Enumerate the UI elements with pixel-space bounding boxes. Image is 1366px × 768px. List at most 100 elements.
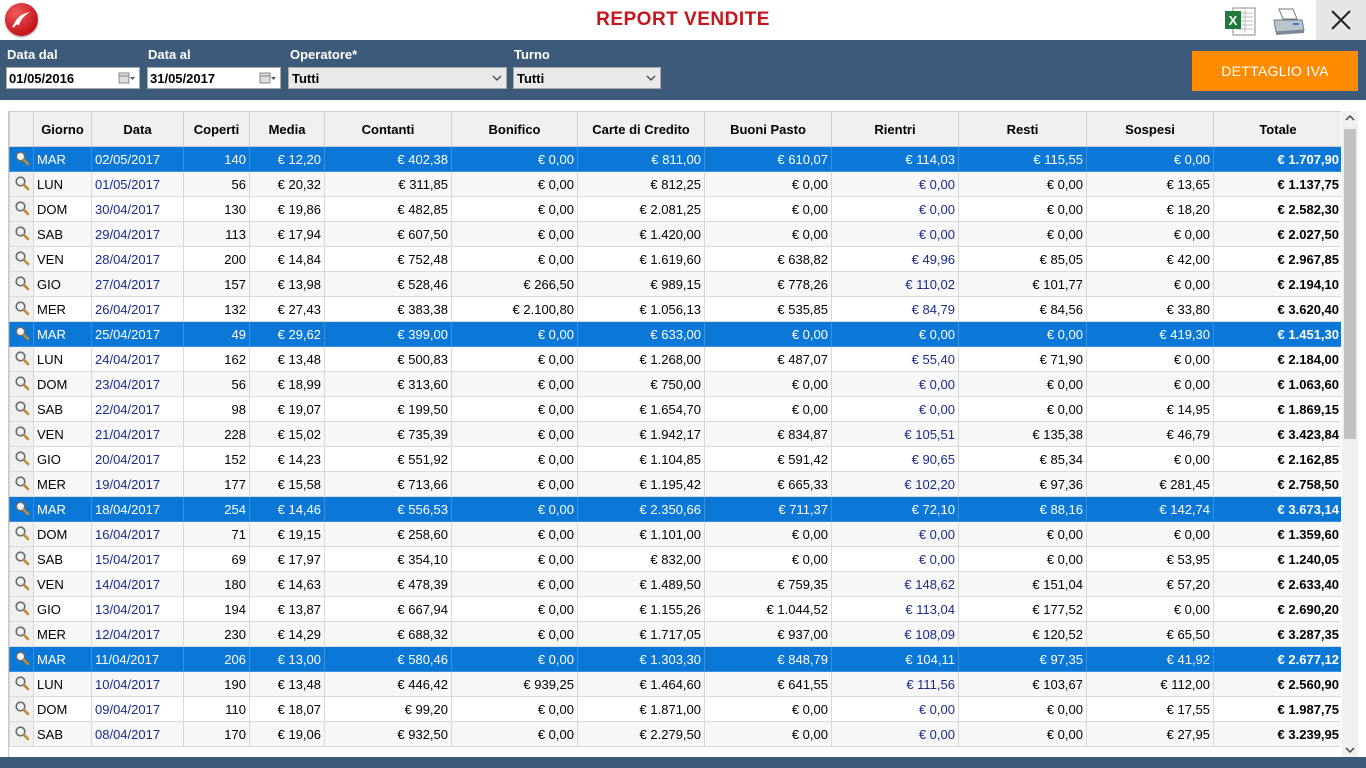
- column-header[interactable]: Giorno: [33, 111, 92, 147]
- column-header[interactable]: Carte di Credito: [577, 111, 705, 147]
- magnifier-icon[interactable]: [9, 171, 34, 197]
- excel-export-button[interactable]: X: [1223, 5, 1257, 37]
- operator-select[interactable]: Tutti: [288, 67, 507, 89]
- table-cell: € 0,00: [958, 696, 1087, 722]
- scrollbar-thumb[interactable]: [1344, 129, 1356, 439]
- table-row[interactable]: MAR 02/05/2017 140 € 12,20 € 402,38 € 0,00 € 8…: [9, 146, 1341, 172]
- magnifier-icon[interactable]: [9, 446, 34, 472]
- vertical-scrollbar[interactable]: [1342, 111, 1358, 757]
- magnifier-icon[interactable]: [9, 196, 34, 222]
- shift-value: Tutti: [517, 71, 545, 86]
- table-cell: € 14,63: [249, 571, 325, 597]
- table-row[interactable]: SAB 08/04/2017 170 € 19,06 € 932,50 € 0,00 € 2…: [9, 721, 1341, 747]
- magnifier-icon[interactable]: [9, 321, 34, 347]
- table-cell: € 177,52: [958, 596, 1087, 622]
- table-row[interactable]: GIO 13/04/2017 194 € 13,87 € 667,94 € 0,00 € 1…: [9, 596, 1341, 622]
- column-header[interactable]: Buoni Pasto: [704, 111, 832, 147]
- table-row[interactable]: SAB 15/04/2017 69 € 17,97 € 354,10 € 0,00 € 83…: [9, 546, 1341, 572]
- table-row[interactable]: LUN 10/04/2017 190 € 13,48 € 446,42 € 939,25 €…: [9, 671, 1341, 697]
- table-cell: € 0,00: [958, 546, 1087, 572]
- magnifier-icon[interactable]: [9, 596, 34, 622]
- table-row[interactable]: MER 12/04/2017 230 € 14,29 € 688,32 € 0,00 € 1…: [9, 621, 1341, 647]
- table-cell: € 12,20: [249, 146, 325, 172]
- column-header[interactable]: Data: [91, 111, 184, 147]
- excel-export-icon: X: [1225, 7, 1256, 36]
- table-row[interactable]: VEN 14/04/2017 180 € 14,63 € 478,39 € 0,00 € 1…: [9, 571, 1341, 597]
- table-cell: 16/04/2017: [91, 521, 184, 547]
- table-row[interactable]: MAR 11/04/2017 206 € 13,00 € 580,46 € 0,00 € 1…: [9, 646, 1341, 672]
- close-button[interactable]: [1316, 0, 1366, 40]
- table-row[interactable]: SAB 22/04/2017 98 € 19,07 € 199,50 € 0,00 € 1.…: [9, 396, 1341, 422]
- date-from-input[interactable]: 01/05/2016: [6, 67, 140, 89]
- table-row[interactable]: GIO 20/04/2017 152 € 14,23 € 551,92 € 0,00 € 1…: [9, 446, 1341, 472]
- table-row[interactable]: VEN 21/04/2017 228 € 15,02 € 735,39 € 0,00 € 1…: [9, 421, 1341, 447]
- table-cell: € 0,00: [958, 371, 1087, 397]
- magnifier-icon[interactable]: [9, 146, 34, 172]
- table-cell: 56: [183, 171, 250, 197]
- date-to-input[interactable]: 31/05/2017: [147, 67, 281, 89]
- magnifier-icon[interactable]: [9, 296, 34, 322]
- magnifier-icon[interactable]: [9, 246, 34, 272]
- magnifier-icon[interactable]: [9, 371, 34, 397]
- magnifier-icon[interactable]: [9, 571, 34, 597]
- print-button[interactable]: [1271, 5, 1307, 37]
- scroll-down-icon[interactable]: [1345, 745, 1355, 755]
- magnifier-icon[interactable]: [9, 396, 34, 422]
- column-header[interactable]: Contanti: [324, 111, 452, 147]
- column-header[interactable]: Sospesi: [1086, 111, 1214, 147]
- table-cell: € 110,02: [831, 271, 959, 297]
- magnifier-icon[interactable]: [9, 271, 34, 297]
- magnifier-icon[interactable]: [9, 346, 34, 372]
- table-cell: € 46,79: [1086, 421, 1214, 447]
- magnifier-icon[interactable]: [9, 496, 34, 522]
- table-row[interactable]: GIO 27/04/2017 157 € 13,98 € 528,46 € 266,50 €…: [9, 271, 1341, 297]
- table-cell: € 811,00: [577, 146, 705, 172]
- table-cell: € 120,52: [958, 621, 1087, 647]
- magnifier-icon[interactable]: [9, 671, 34, 697]
- calendar-dropdown-icon[interactable]: [118, 71, 136, 85]
- table-cell: € 0,00: [451, 246, 578, 272]
- table-cell: € 0,00: [831, 321, 959, 347]
- magnifier-icon[interactable]: [9, 646, 34, 672]
- magnifier-icon[interactable]: [9, 696, 34, 722]
- scroll-up-icon[interactable]: [1345, 113, 1355, 123]
- table-row[interactable]: SAB 29/04/2017 113 € 17,94 € 607,50 € 0,00 € 1…: [9, 221, 1341, 247]
- table-row[interactable]: MER 19/04/2017 177 € 15,58 € 713,66 € 0,00 € 1…: [9, 471, 1341, 497]
- shift-select[interactable]: Tutti: [513, 67, 661, 89]
- column-header[interactable]: Bonifico: [451, 111, 578, 147]
- table-cell: 10/04/2017: [91, 671, 184, 697]
- table-row[interactable]: LUN 24/04/2017 162 € 13,48 € 500,83 € 0,00 € 1…: [9, 346, 1341, 372]
- table-cell: € 0,00: [704, 546, 832, 572]
- iva-detail-button[interactable]: DETTAGLIO IVA: [1192, 51, 1358, 91]
- header-icon-column[interactable]: [9, 111, 34, 147]
- table-row[interactable]: DOM 23/04/2017 56 € 18,99 € 313,60 € 0,00 € 75…: [9, 371, 1341, 397]
- table-cell: € 0,00: [1086, 596, 1214, 622]
- table-row[interactable]: DOM 16/04/2017 71 € 19,15 € 258,60 € 0,00 € 1.…: [9, 521, 1341, 547]
- table-row[interactable]: MAR 25/04/2017 49 € 29,62 € 399,00 € 0,00 € 63…: [9, 321, 1341, 347]
- table-row[interactable]: VEN 28/04/2017 200 € 14,84 € 752,48 € 0,00 € 1…: [9, 246, 1341, 272]
- table-row[interactable]: DOM 09/04/2017 110 € 18,07 € 99,20 € 0,00 € 1.…: [9, 696, 1341, 722]
- table-cell: 206: [183, 646, 250, 672]
- table-cell: € 0,00: [704, 321, 832, 347]
- table-row[interactable]: DOM 30/04/2017 130 € 19,86 € 482,85 € 0,00 € 2…: [9, 196, 1341, 222]
- table-cell: € 13,48: [249, 671, 325, 697]
- magnifier-icon[interactable]: [9, 471, 34, 497]
- magnifier-icon[interactable]: [9, 721, 34, 747]
- table-row[interactable]: MAR 18/04/2017 254 € 14,46 € 556,53 € 0,00 € 2…: [9, 496, 1341, 522]
- magnifier-icon[interactable]: [9, 621, 34, 647]
- calendar-dropdown-icon[interactable]: [259, 71, 277, 85]
- column-header[interactable]: Media: [249, 111, 325, 147]
- column-header[interactable]: Rientri: [831, 111, 959, 147]
- table-body: MAR 02/05/2017 140 € 12,20 € 402,38 € 0,00 € 8…: [9, 146, 1341, 747]
- magnifier-icon[interactable]: [9, 546, 34, 572]
- table-row[interactable]: LUN 01/05/2017 56 € 20,32 € 311,85 € 0,00 € 81…: [9, 171, 1341, 197]
- table-cell: 130: [183, 196, 250, 222]
- magnifier-icon[interactable]: [9, 521, 34, 547]
- magnifier-icon[interactable]: [9, 221, 34, 247]
- table-row[interactable]: MER 26/04/2017 132 € 27,43 € 383,38 € 2.100,8…: [9, 296, 1341, 322]
- magnifier-icon[interactable]: [9, 421, 34, 447]
- column-header[interactable]: Totale: [1213, 111, 1341, 147]
- column-header[interactable]: Coperti: [183, 111, 250, 147]
- table-cell: € 1.451,30: [1213, 321, 1341, 347]
- column-header[interactable]: Resti: [958, 111, 1087, 147]
